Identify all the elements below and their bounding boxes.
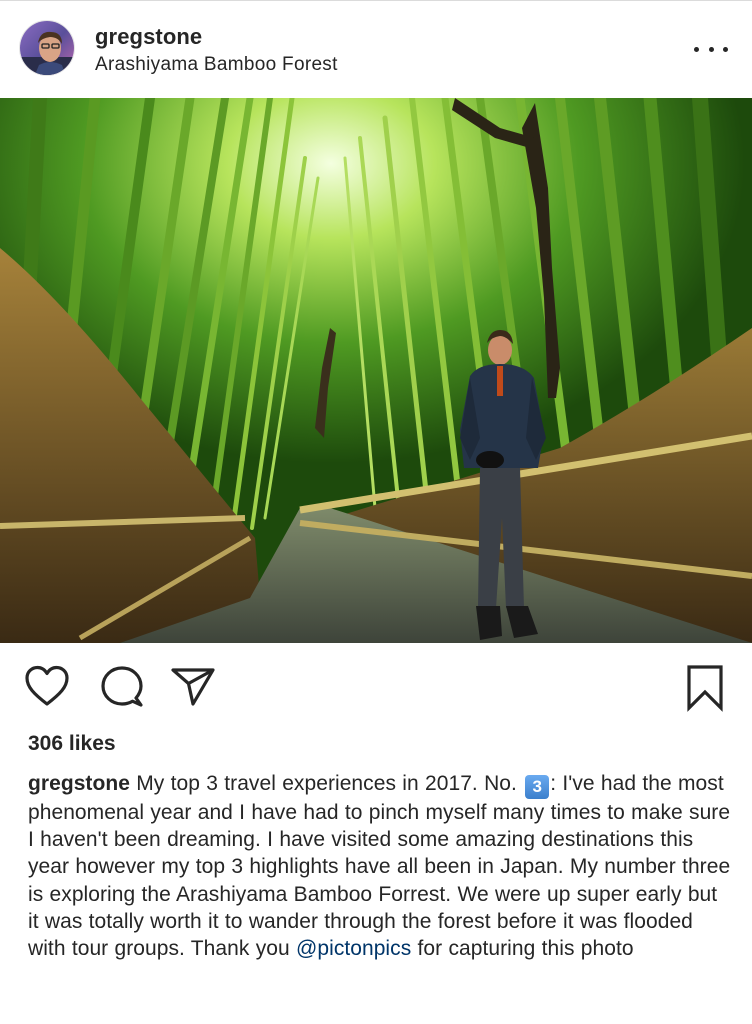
caption-text-3: for capturing this photo — [411, 937, 634, 961]
post-actions — [0, 643, 752, 733]
avatar[interactable] — [19, 20, 75, 76]
heart-icon[interactable] — [24, 665, 70, 712]
like-count[interactable]: 306 likes — [28, 732, 116, 756]
dot — [694, 46, 699, 52]
caption-username[interactable]: gregstone — [28, 772, 130, 795]
bookmark-icon[interactable] — [685, 664, 725, 717]
post-username[interactable]: gregstone — [95, 24, 202, 50]
more-options-icon[interactable] — [694, 36, 728, 62]
caption-mention-link[interactable]: @pictonpics — [296, 937, 411, 960]
avatar-image — [20, 21, 74, 75]
bamboo-forest-photo — [0, 98, 752, 643]
keycap-three-emoji: 3 — [525, 775, 550, 799]
paper-plane-icon[interactable] — [170, 666, 216, 711]
dot — [708, 46, 714, 52]
post-caption: gregstone My top 3 travel experiences in… — [28, 770, 732, 962]
comment-bubble-icon[interactable] — [100, 665, 144, 714]
post-header: gregstone Arashiyama Bamboo Forest — [0, 0, 752, 98]
caption-text-2: : I've had the most phenomenal year and … — [28, 772, 731, 961]
dot — [723, 46, 728, 52]
post-photo[interactable] — [0, 98, 752, 643]
caption-text-1: My top 3 travel experiences in 2017. No. — [129, 772, 524, 795]
post-location[interactable]: Arashiyama Bamboo Forest — [95, 54, 338, 76]
